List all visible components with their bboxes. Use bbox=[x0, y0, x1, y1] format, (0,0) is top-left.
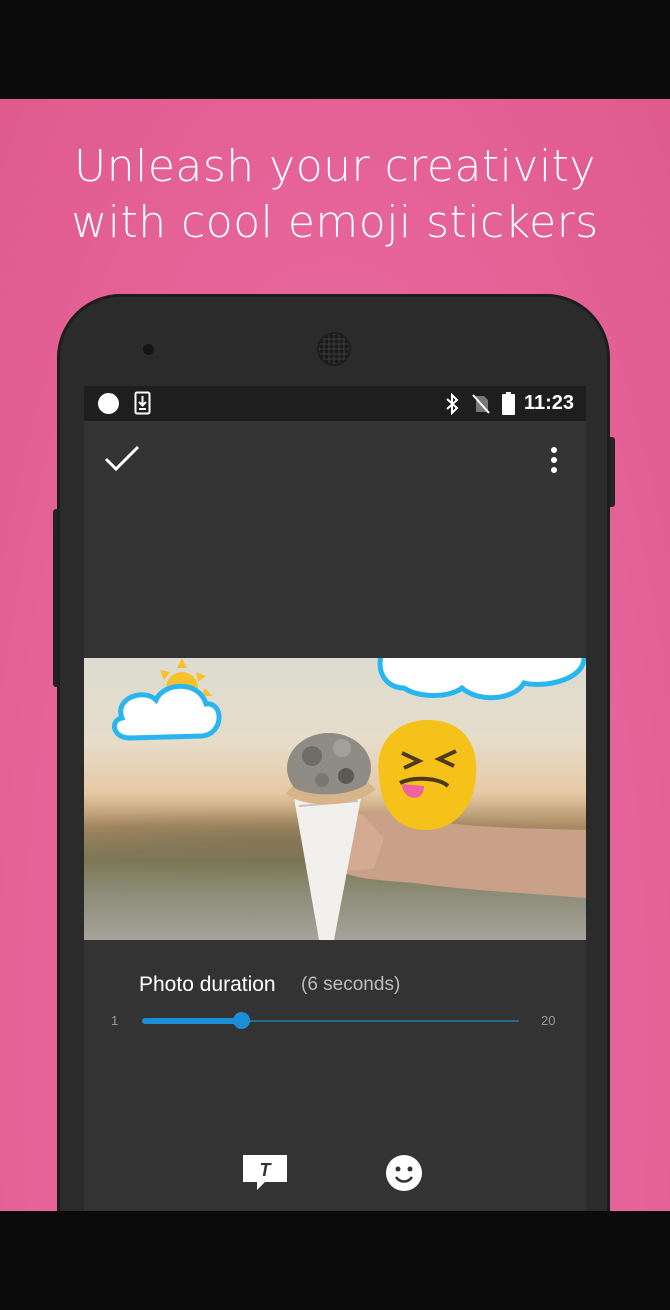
bluetooth-icon bbox=[446, 393, 459, 415]
phone-screen: 11:23 Photo duration (6 seconds) 1 20 T bbox=[84, 386, 586, 1211]
status-time: 11:23 bbox=[524, 392, 575, 414]
duration-label: Photo duration bbox=[139, 973, 276, 996]
duration-value-text: (6 seconds) bbox=[301, 974, 401, 995]
smiley-face-icon[interactable] bbox=[384, 1153, 424, 1193]
cloud-sticker-left bbox=[112, 683, 222, 741]
duration-slider-fill bbox=[142, 1018, 242, 1024]
battery-icon bbox=[502, 392, 515, 415]
download-icon bbox=[134, 391, 151, 415]
headline-line-1: Unleash your creativity bbox=[74, 141, 596, 192]
squinting-tongue-emoji-sticker bbox=[378, 720, 477, 830]
earpiece-speaker bbox=[319, 334, 349, 364]
slider-max-label: 20 bbox=[541, 1013, 556, 1028]
text-bubble-icon[interactable]: T bbox=[240, 1152, 290, 1192]
promo-headline: Unleash your creativity with cool emoji … bbox=[0, 139, 670, 251]
bottom-letterbox bbox=[0, 1211, 670, 1310]
duration-slider-thumb[interactable] bbox=[233, 1012, 251, 1029]
duration-panel: Photo duration (6 seconds) 1 20 T bbox=[84, 940, 586, 1211]
photo-scene bbox=[112, 658, 586, 940]
top-letterbox bbox=[0, 0, 670, 99]
more-vert-icon[interactable] bbox=[544, 445, 564, 475]
checkmark-icon[interactable] bbox=[104, 444, 140, 474]
headline-line-2: with cool emoji stickers bbox=[71, 197, 599, 248]
status-bar: 11:23 bbox=[84, 386, 586, 421]
phone-frame: 11:23 Photo duration (6 seconds) 1 20 T bbox=[57, 294, 610, 1211]
notification-dot-icon bbox=[98, 393, 119, 414]
promo-background: Unleash your creativity with cool emoji … bbox=[0, 99, 670, 1211]
editor-toolbar bbox=[84, 421, 586, 501]
cloud-sticker-right bbox=[377, 658, 586, 701]
slider-min-label: 1 bbox=[111, 1013, 119, 1028]
no-sim-icon bbox=[472, 394, 490, 414]
front-camera bbox=[143, 344, 154, 355]
photo-preview[interactable] bbox=[84, 658, 586, 940]
